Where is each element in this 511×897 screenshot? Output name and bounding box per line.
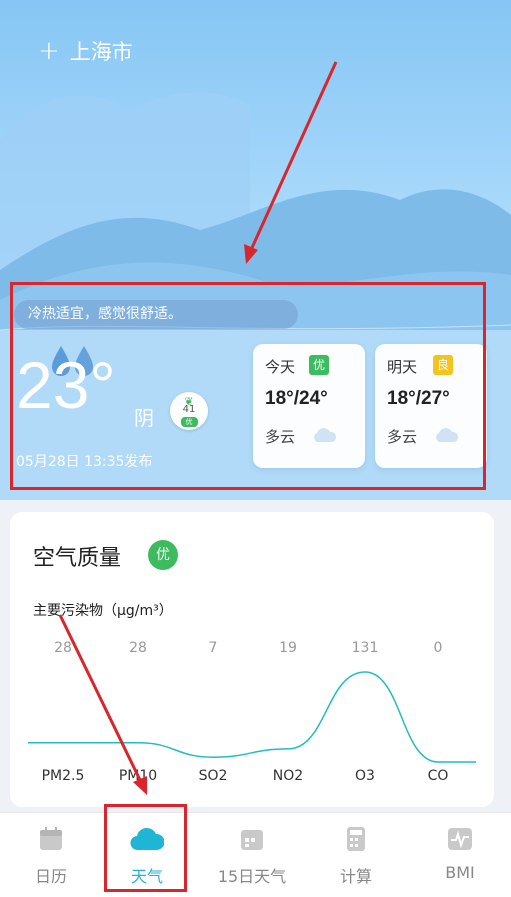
calendar-grid-icon bbox=[241, 830, 263, 850]
pollutant-name: CO bbox=[427, 768, 449, 784]
tab-label: 15日天气 bbox=[217, 867, 287, 886]
tab-bmi[interactable]: BMI bbox=[409, 813, 511, 897]
calendar-icon bbox=[40, 827, 62, 850]
tab-label: 天气 bbox=[130, 867, 163, 886]
tab-calculator[interactable]: 计算 bbox=[305, 813, 407, 897]
tab-label: 计算 bbox=[339, 867, 372, 886]
tab-weather[interactable]: 天气 bbox=[96, 813, 198, 897]
calculator-icon bbox=[347, 827, 365, 851]
tab-calendar[interactable]: 日历 bbox=[0, 813, 102, 897]
pollutant-name: SO2 bbox=[198, 768, 228, 784]
pollutant-name: O3 bbox=[355, 768, 375, 784]
add-city-icon[interactable]: + bbox=[38, 38, 60, 64]
tab-15day-weather[interactable]: 15日天气 bbox=[201, 813, 303, 897]
bottom-tab-bar: 日历 天气 15日天气 计算 BMI bbox=[0, 812, 511, 897]
pollutant-name: NO2 bbox=[272, 768, 304, 784]
pollutant-name: PM10 bbox=[118, 768, 158, 784]
annotation-highlight-weather bbox=[10, 282, 486, 490]
city-selector[interactable]: + 上海市 bbox=[38, 36, 133, 66]
pollutant-curve-chart bbox=[28, 671, 476, 763]
pollutant-name: PM2.5 bbox=[41, 768, 85, 784]
pulse-icon bbox=[448, 828, 472, 850]
city-name: 上海市 bbox=[69, 40, 133, 64]
tab-label: 日历 bbox=[34, 867, 67, 886]
cloud-icon bbox=[130, 827, 164, 851]
tab-label: BMI bbox=[445, 863, 475, 882]
pollutant-curve bbox=[28, 671, 476, 763]
air-quality-card[interactable]: 空气质量 优 主要污染物（μg/m³） 28 28 7 19 131 0 PM2.5 PM1… bbox=[10, 512, 494, 807]
